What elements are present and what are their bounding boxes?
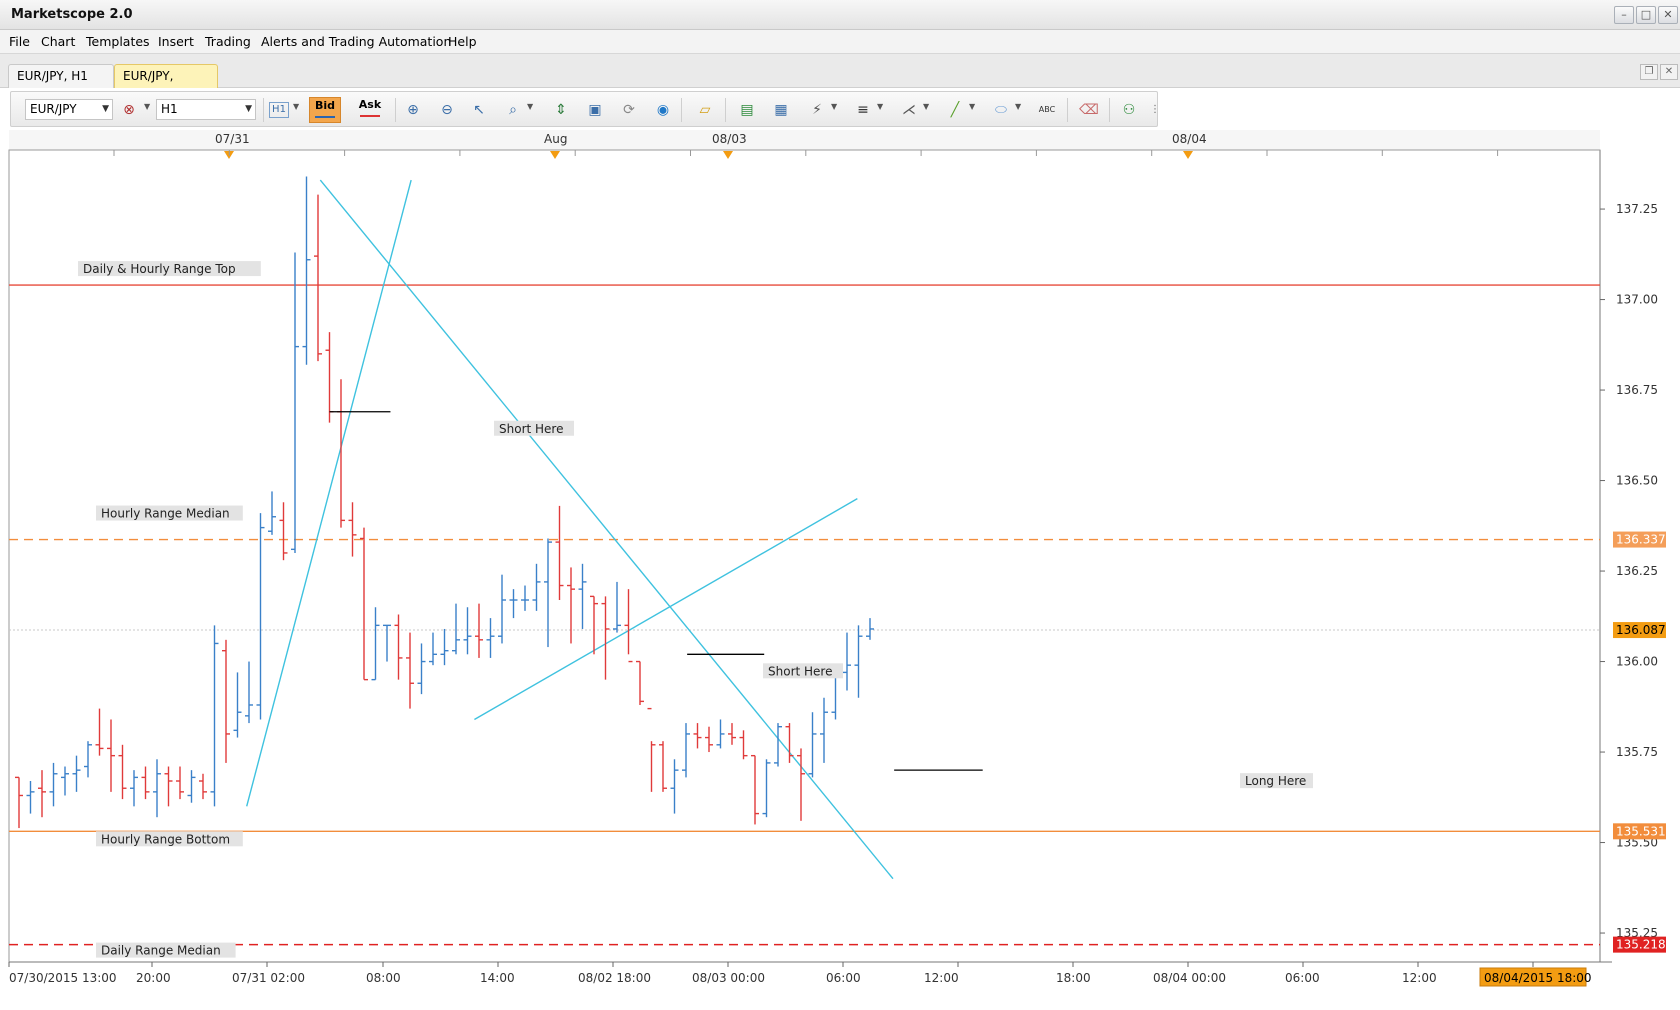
x-tick-label: 06:00 <box>826 971 861 985</box>
order-label: Short Here <box>499 422 563 436</box>
price-badge-label: 135.218 <box>1616 938 1666 952</box>
x-tick-label: 12:00 <box>1402 971 1437 985</box>
order-label: Short Here <box>768 664 832 678</box>
range-label: Hourly Range Median <box>101 507 230 521</box>
y-tick-label: 136.50 <box>1616 474 1658 488</box>
range-label: Daily Range Median <box>101 944 221 958</box>
x-tick-label: 08/04 00:00 <box>1153 971 1226 985</box>
x-tick-label: 07/30/2015 13:00 <box>9 971 117 985</box>
axis-gutter <box>1600 150 1616 962</box>
x-tick-label: 08/04/2015 18:00 <box>1484 971 1592 985</box>
date-ruler-label: Aug <box>544 132 567 146</box>
date-ruler-label: 07/31 <box>215 132 250 146</box>
range-label: Daily & Hourly Range Top <box>83 262 236 276</box>
x-tick-label: 08/03 00:00 <box>692 971 765 985</box>
y-tick-label: 136.00 <box>1616 655 1658 669</box>
current-price-label: 136.087 <box>1616 623 1666 637</box>
y-tick-label: 136.75 <box>1616 383 1658 397</box>
range-label: Hourly Range Bottom <box>101 832 230 846</box>
date-ruler-label: 08/03 <box>712 132 747 146</box>
x-tick-label: 07/31 02:00 <box>232 971 305 985</box>
date-ruler-label: 08/04 <box>1172 132 1207 146</box>
time-axis: 07/30/2015 13:00 20:00 07/31 02:00 08:00 14:… <box>8 962 1592 987</box>
y-tick-label: 136.25 <box>1616 564 1658 578</box>
x-tick-label: 12:00 <box>924 971 959 985</box>
y-tick-label: 135.75 <box>1616 745 1658 759</box>
order-label: Long Here <box>1245 774 1306 788</box>
y-tick-label: 137.00 <box>1616 293 1658 307</box>
x-tick-label: 08/02 18:00 <box>578 971 651 985</box>
x-tick-label: 18:00 <box>1056 971 1091 985</box>
x-tick-label: 14:00 <box>480 971 515 985</box>
x-tick-label: 06:00 <box>1285 971 1320 985</box>
x-tick-label: 08:00 <box>366 971 401 985</box>
price-badge-label: 136.337 <box>1616 533 1666 547</box>
price-badge-label: 135.531 <box>1616 824 1666 838</box>
price-chart[interactable]: Daily & Hourly Range Top Hourly Range Med… <box>0 0 1680 1010</box>
y-tick-label: 137.25 <box>1616 202 1658 216</box>
x-tick-label: 20:00 <box>136 971 171 985</box>
